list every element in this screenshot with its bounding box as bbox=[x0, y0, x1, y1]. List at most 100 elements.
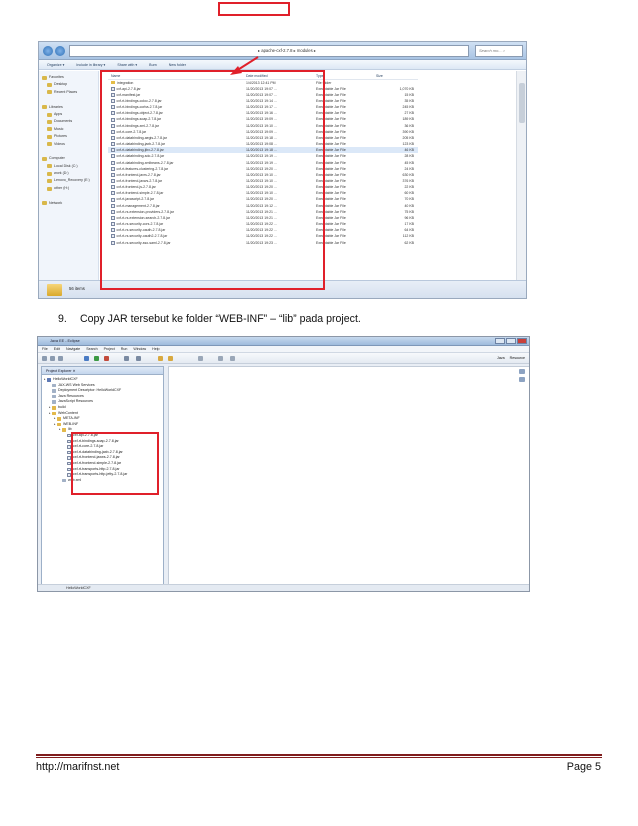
sidebar-item[interactable]: Lenovo_Recovery (E:) bbox=[39, 177, 98, 184]
folder-icon bbox=[62, 428, 66, 432]
editor-area[interactable] bbox=[168, 366, 529, 586]
sidebar-item-label: Pictures bbox=[54, 134, 67, 139]
save-icon[interactable] bbox=[50, 356, 55, 361]
sidebar-item[interactable]: Computer bbox=[39, 155, 98, 162]
drive-icon bbox=[47, 171, 52, 176]
node-icon bbox=[52, 389, 56, 393]
sidebar-item[interactable]: Network bbox=[39, 200, 98, 207]
sidebar-item-label: Libraries bbox=[49, 104, 63, 109]
include-library-button[interactable]: Include in library ▾ bbox=[76, 63, 105, 67]
forward-nav-icon[interactable] bbox=[230, 356, 235, 361]
sidebar-item[interactable]: other (H:) bbox=[39, 185, 98, 192]
menu-item-window[interactable]: Window bbox=[133, 346, 146, 352]
sidebar-item-label: Documents bbox=[54, 119, 73, 124]
run-icon[interactable] bbox=[94, 356, 99, 361]
sidebar-item[interactable]: Favorites bbox=[39, 74, 98, 81]
project-explorer-tab[interactable]: Project Explorer ✕ bbox=[42, 367, 163, 375]
step-instruction: 9. Copy JAR tersebut ke folder “WEB-INF” … bbox=[58, 313, 361, 325]
vertical-scrollbar[interactable] bbox=[516, 71, 526, 280]
footer-rule-thin bbox=[36, 757, 602, 758]
menu-item-edit[interactable]: Edit bbox=[54, 346, 60, 352]
task-list-icon[interactable] bbox=[519, 377, 525, 382]
file-size-cell: 62 KB bbox=[404, 240, 414, 245]
explorer-address-bar-area: ▸ apache-cxf-2.7.8 ▸ modules ▸ Search mo… bbox=[39, 42, 526, 60]
new-icon[interactable] bbox=[42, 356, 47, 361]
videos-icon bbox=[47, 142, 52, 147]
sidebar-item-label: Network bbox=[49, 200, 63, 205]
maximize-icon[interactable] bbox=[506, 338, 516, 344]
drive-icon bbox=[47, 186, 52, 191]
file-size-cell bbox=[373, 79, 418, 86]
footer-url[interactable]: http://marifnst.net bbox=[36, 761, 119, 773]
new-class-icon[interactable] bbox=[136, 356, 141, 361]
annotation-icon[interactable] bbox=[198, 356, 203, 361]
organize-button[interactable]: Organize ▾ bbox=[47, 63, 64, 67]
eclipse-status-bar: HelloWorldCXF bbox=[38, 584, 529, 591]
scroll-thumb[interactable] bbox=[519, 83, 525, 123]
music-icon bbox=[47, 127, 52, 132]
share-with-button[interactable]: Share with ▾ bbox=[117, 63, 137, 67]
menu-item-project[interactable]: Project bbox=[104, 346, 115, 352]
search-input[interactable]: Search mo... ⌕ bbox=[475, 45, 523, 57]
address-input[interactable]: ▸ apache-cxf-2.7.8 ▸ modules ▸ bbox=[69, 45, 469, 57]
node-icon bbox=[52, 400, 56, 404]
window-title: Java EE - Eclipse bbox=[50, 339, 80, 343]
sidebar-item[interactable]: Music bbox=[39, 126, 98, 133]
sidebar-item[interactable]: Local Disk (C:) bbox=[39, 163, 98, 170]
new-folder-button[interactable]: New folder bbox=[169, 63, 186, 67]
sidebar-item[interactable]: Recent Places bbox=[39, 89, 98, 96]
menu-bar: File Edit Navigate Search Project Run Window He… bbox=[38, 346, 529, 353]
perspective-resource[interactable]: Resource bbox=[510, 355, 525, 362]
search-icon[interactable] bbox=[168, 356, 173, 361]
highlight-box-address bbox=[218, 2, 290, 16]
menu-item-file[interactable]: File bbox=[42, 346, 48, 352]
close-icon[interactable] bbox=[517, 338, 527, 344]
folder-icon bbox=[47, 284, 62, 296]
step-number: 9. bbox=[58, 313, 67, 325]
drive-icon bbox=[47, 164, 52, 169]
nav-buttons bbox=[43, 46, 65, 56]
menu-item-help[interactable]: Help bbox=[152, 346, 159, 352]
folder-icon bbox=[57, 422, 61, 427]
folder-icon bbox=[57, 417, 61, 421]
menu-item-search[interactable]: Search bbox=[86, 346, 97, 352]
node-icon bbox=[52, 394, 56, 399]
sidebar-item[interactable]: Libraries bbox=[39, 104, 98, 111]
sidebar-item-label: work (D:) bbox=[54, 171, 69, 176]
step-text: Copy JAR tersebut ke folder “WEB-INF” – … bbox=[80, 313, 361, 325]
burn-button[interactable]: Burn bbox=[149, 63, 157, 67]
minimize-icon[interactable] bbox=[495, 338, 505, 344]
menu-item-navigate[interactable]: Navigate bbox=[66, 346, 80, 352]
highlight-box-files bbox=[100, 70, 325, 290]
back-icon[interactable] bbox=[43, 46, 53, 56]
sidebar-item-label: other (H:) bbox=[54, 185, 70, 190]
server-icon[interactable] bbox=[124, 356, 129, 361]
print-icon[interactable] bbox=[58, 356, 63, 361]
highlight-box-lib bbox=[71, 432, 159, 495]
desktop-icon bbox=[47, 83, 52, 88]
outline-icon[interactable] bbox=[519, 369, 525, 374]
library-icon bbox=[42, 105, 47, 110]
sidebar-item[interactable]: Pictures bbox=[39, 133, 98, 140]
debug-icon[interactable] bbox=[84, 356, 89, 361]
sidebar-item[interactable]: Apps bbox=[39, 111, 98, 118]
drive-icon bbox=[47, 179, 52, 184]
back-nav-icon[interactable] bbox=[218, 356, 223, 361]
network-icon bbox=[42, 201, 47, 206]
sidebar-item[interactable]: Documents bbox=[39, 118, 98, 125]
forward-icon[interactable] bbox=[55, 46, 65, 56]
perspective-java[interactable]: Java bbox=[497, 355, 505, 362]
sidebar-item-label: Music bbox=[54, 126, 64, 131]
node-icon bbox=[62, 478, 66, 483]
sidebar-item bbox=[39, 96, 98, 103]
open-type-icon[interactable] bbox=[158, 356, 163, 361]
sidebar-item[interactable]: Videos bbox=[39, 141, 98, 148]
sidebar-item-label: Recent Places bbox=[54, 89, 78, 94]
footer-rule bbox=[36, 754, 602, 756]
menu-item-run[interactable]: Run bbox=[121, 346, 128, 352]
sidebar-item[interactable]: work (D:) bbox=[39, 170, 98, 177]
sidebar-item-label: Local Disk (C:) bbox=[54, 163, 78, 168]
footer-page-number: Page 5 bbox=[566, 761, 601, 773]
sidebar-item[interactable]: Desktop bbox=[39, 81, 98, 88]
external-tools-icon[interactable] bbox=[104, 356, 109, 361]
